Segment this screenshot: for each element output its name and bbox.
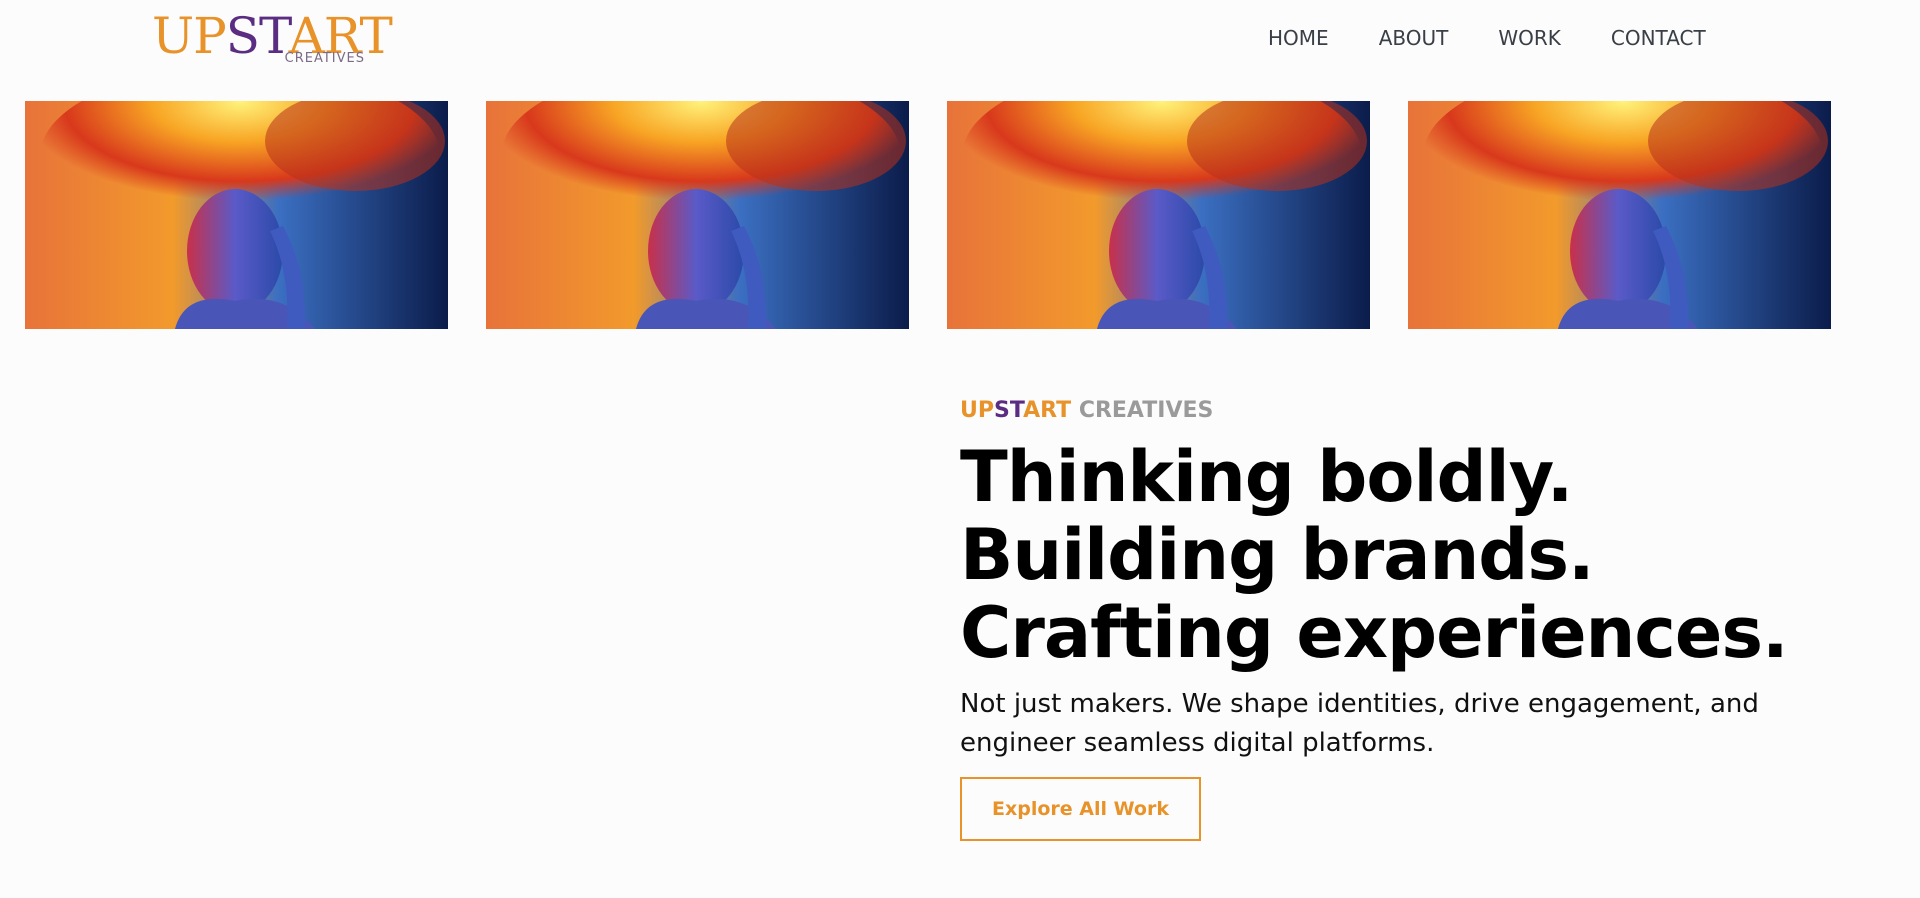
headline-line: Building brands. <box>960 514 1595 596</box>
logo-up: UP <box>152 7 227 65</box>
gallery-item[interactable] <box>1408 101 1831 329</box>
hero-eyebrow: UPSTART CREATIVES <box>960 396 1860 426</box>
hero-section: UPSTART CREATIVES Thinking boldly. Build… <box>960 396 1860 841</box>
headline-line: Thinking boldly. <box>960 436 1573 518</box>
eyebrow-creatives: CREATIVES <box>1071 398 1214 423</box>
gallery-item[interactable] <box>25 101 448 329</box>
eyebrow-st: ST <box>994 398 1024 423</box>
nav-work[interactable]: WORK <box>1498 25 1561 51</box>
nav-home[interactable]: HOME <box>1268 25 1329 51</box>
gallery-item[interactable] <box>486 101 909 329</box>
gallery-item[interactable] <box>947 101 1370 329</box>
headline-line: Crafting experiences. <box>960 592 1789 674</box>
fire-hair-portrait-image <box>486 101 909 329</box>
hero-description: Not just makers. We shape identities, dr… <box>960 689 1759 758</box>
fire-hair-portrait-image <box>947 101 1370 329</box>
logo-subtitle: CREATIVES <box>284 51 365 66</box>
site-header: UPSTART CREATIVES HOME ABOUT WORK CONTAC… <box>0 0 1920 78</box>
nav-about[interactable]: ABOUT <box>1379 25 1449 51</box>
eyebrow-up: UP <box>960 398 994 423</box>
explore-all-work-button[interactable]: Explore All Work <box>960 777 1201 841</box>
brand-logo[interactable]: UPSTART CREATIVES <box>152 7 393 70</box>
fire-hair-portrait-image <box>25 101 448 329</box>
logo-st: ST <box>225 7 290 65</box>
main-nav: HOME ABOUT WORK CONTACT <box>1268 25 1706 51</box>
fire-hair-portrait-image <box>1408 101 1831 329</box>
nav-contact[interactable]: CONTACT <box>1611 25 1706 51</box>
work-gallery <box>25 101 1831 329</box>
eyebrow-art: ART <box>1023 398 1072 423</box>
hero-headline: Thinking boldly. Building brands. Crafti… <box>960 438 1860 672</box>
